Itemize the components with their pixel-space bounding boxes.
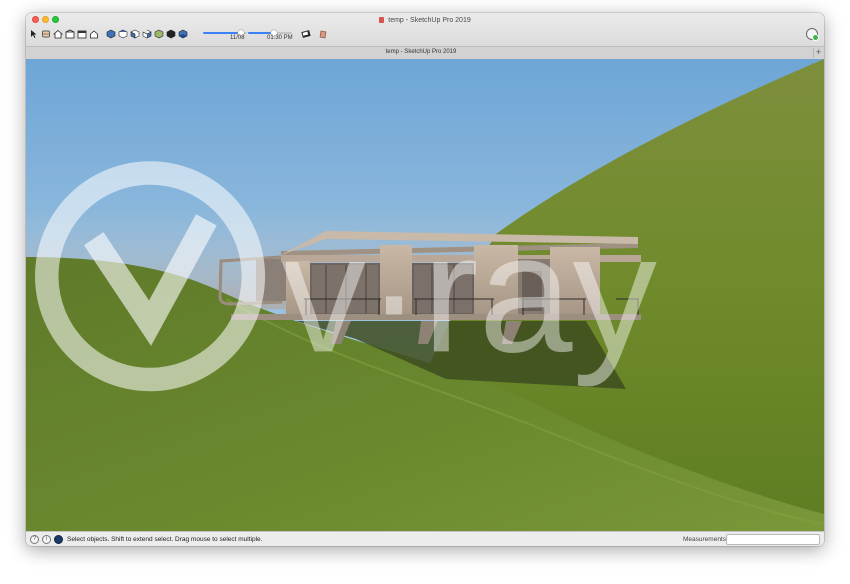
eraser-icon[interactable] — [41, 29, 51, 39]
title-bar: temp - SketchUp Pro 2019 11/08 01:30 PM … — [26, 13, 824, 59]
fog-icon[interactable] — [318, 29, 328, 39]
account-icon[interactable] — [806, 28, 819, 41]
credits-icon[interactable]: i — [42, 535, 51, 544]
cube-front-icon[interactable] — [130, 29, 140, 39]
vray-watermark-text: v·ray — [281, 198, 657, 387]
vray-watermark-logo: v·ray — [35, 161, 657, 392]
measurements-input[interactable] — [726, 534, 820, 545]
window-title: temp - SketchUp Pro 2019 — [26, 16, 824, 25]
shadow-time-label: 01:30 PM — [267, 35, 293, 41]
document-tab[interactable]: temp - SketchUp Pro 2019 — [26, 49, 816, 55]
cube-iso-icon[interactable] — [106, 29, 116, 39]
measurements-label: Measurements — [683, 536, 726, 543]
cube-right-icon[interactable] — [142, 29, 152, 39]
main-toolbar — [29, 28, 190, 40]
document-icon — [379, 17, 385, 23]
instructor-icon[interactable] — [54, 535, 63, 544]
extension-icon[interactable] — [77, 29, 87, 39]
cube-left-icon[interactable] — [166, 29, 176, 39]
cube-bottom-icon[interactable] — [178, 29, 188, 39]
status-hint: Select objects. Shift to extend select. … — [67, 536, 263, 543]
shadow-date-fill — [203, 32, 241, 34]
geo-location-icon[interactable]: ? — [30, 535, 39, 544]
status-bar: ? i Select objects. Shift to extend sele… — [26, 531, 824, 546]
select-icon[interactable] — [29, 29, 39, 39]
model-viewport[interactable]: v·ray — [26, 59, 824, 531]
cube-back-icon[interactable] — [154, 29, 164, 39]
home-icon[interactable] — [53, 29, 63, 39]
cube-top-icon[interactable] — [118, 29, 128, 39]
new-tab-button[interactable]: + — [813, 48, 823, 58]
sketchup-window: temp - SketchUp Pro 2019 11/08 01:30 PM … — [26, 13, 824, 546]
shadow-time-slider[interactable]: 01:30 PM — [248, 29, 293, 43]
house-icon[interactable] — [89, 29, 99, 39]
shadow-date-label: 11/08 — [230, 35, 245, 41]
document-tab-bar: temp - SketchUp Pro 2019 + — [26, 46, 824, 59]
shadow-date-slider[interactable]: 11/08 — [203, 29, 247, 43]
window-title-text: temp - SketchUp Pro 2019 — [388, 17, 471, 24]
warehouse-icon[interactable] — [65, 29, 75, 39]
shadows-icon[interactable] — [301, 29, 311, 39]
